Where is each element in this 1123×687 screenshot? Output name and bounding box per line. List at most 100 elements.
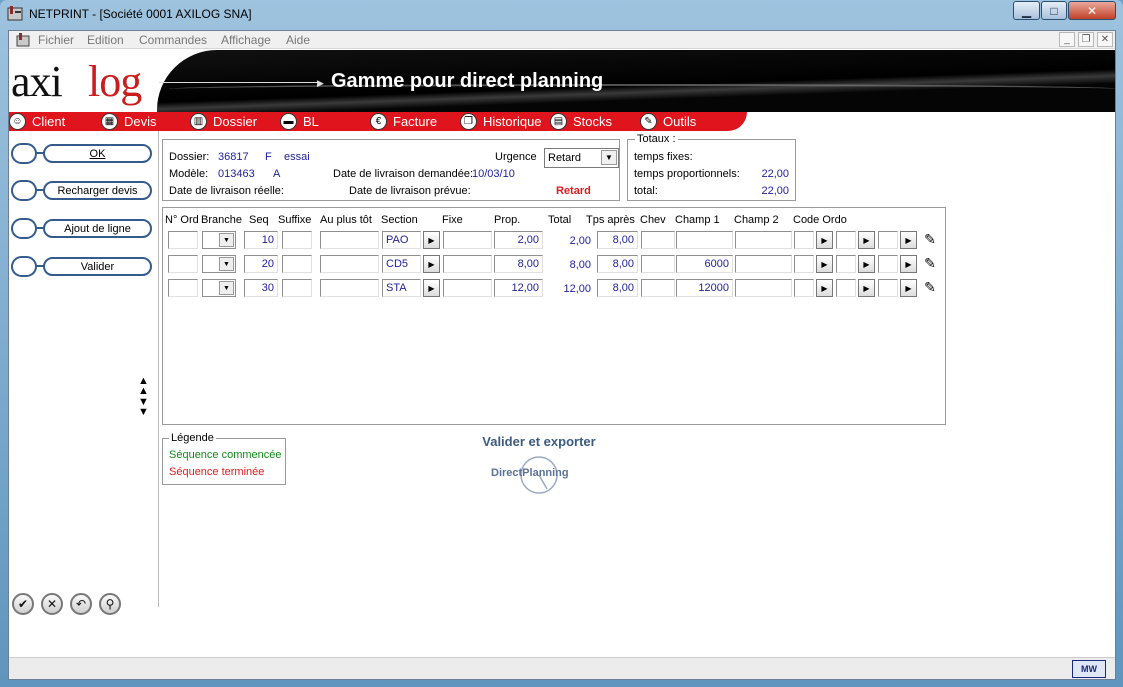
chevron-down-icon: ▼ xyxy=(219,281,234,295)
seq-input[interactable]: 30 xyxy=(244,279,278,297)
suffixe-input[interactable] xyxy=(282,279,312,297)
branche-select[interactable]: ▼ xyxy=(202,231,236,249)
n-ord-input[interactable] xyxy=(168,255,198,273)
search-button[interactable]: ⚲ xyxy=(99,593,121,615)
prop-input[interactable]: 8,00 xyxy=(494,255,543,273)
champ2-input[interactable] xyxy=(735,255,792,273)
tps-apres-input[interactable]: 8,00 xyxy=(597,255,638,273)
tps-apres-input[interactable]: 8,00 xyxy=(597,279,638,297)
au-plus-tot-input[interactable] xyxy=(320,231,379,249)
copy-icon: ❐ xyxy=(460,113,477,130)
chev-input[interactable] xyxy=(641,279,675,297)
chev-input[interactable] xyxy=(641,231,675,249)
code-ordo-picker-3[interactable]: ▶ xyxy=(900,255,917,273)
nav-facture[interactable]: € Facture xyxy=(370,113,437,130)
code-ordo-picker-1[interactable]: ▶ xyxy=(816,279,833,297)
section-picker-button[interactable]: ▶ xyxy=(423,279,440,297)
menu-aide[interactable]: Aide xyxy=(286,33,310,47)
code-ordo-picker-3[interactable]: ▶ xyxy=(900,231,917,249)
minimize-window-button[interactable]: ▁ xyxy=(1013,1,1040,20)
nav-devis[interactable]: ▦ Devis xyxy=(101,113,157,130)
move-down-icon[interactable]: ▼ ▼ xyxy=(138,397,149,418)
suffixe-input[interactable] xyxy=(282,255,312,273)
code-ordo-picker-1[interactable]: ▶ xyxy=(816,255,833,273)
nav-stocks[interactable]: ▤ Stocks xyxy=(550,113,612,130)
recharger-devis-button[interactable]: Recharger devis xyxy=(11,180,152,201)
valider-exporter-button[interactable]: Valider et exporter DirectPlanning xyxy=(469,429,609,499)
prop-input[interactable]: 2,00 xyxy=(494,231,543,249)
section-input[interactable]: STA xyxy=(382,279,421,297)
edit-row-icon[interactable]: ✎ xyxy=(920,278,940,298)
menu-affichage[interactable]: Affichage xyxy=(221,33,271,47)
champ1-input[interactable]: 12000 xyxy=(676,279,733,297)
close-icon: ✕ xyxy=(1086,3,1098,18)
code-ordo-input-3[interactable] xyxy=(878,231,898,249)
ok-button[interactable]: OK xyxy=(11,143,152,164)
section-picker-button[interactable]: ▶ xyxy=(423,255,440,273)
menu-commandes[interactable]: Commandes xyxy=(139,33,207,47)
valider-button[interactable]: Valider xyxy=(11,256,152,277)
section-input[interactable]: CD5 xyxy=(382,255,421,273)
champ1-input[interactable]: 6000 xyxy=(676,255,733,273)
nav-facture-label: Facture xyxy=(393,114,438,129)
confirm-button[interactable]: ✔ xyxy=(12,593,34,615)
cancel-button[interactable]: ✕ xyxy=(41,593,63,615)
code-ordo-picker-1[interactable]: ▶ xyxy=(816,231,833,249)
undo-button[interactable]: ↶ xyxy=(70,593,92,615)
menu-fichier[interactable]: Fichier xyxy=(38,33,74,47)
nav-historique[interactable]: ❐ Historique xyxy=(460,113,542,130)
suffixe-input[interactable] xyxy=(282,231,312,249)
status-bar: MW xyxy=(9,657,1115,679)
branche-select[interactable]: ▼ xyxy=(202,255,236,273)
nav-outils[interactable]: ✎ Outils xyxy=(640,113,696,130)
menu-edition[interactable]: Edition xyxy=(87,33,124,47)
tps-apres-input[interactable]: 8,00 xyxy=(597,231,638,249)
n-ord-input[interactable] xyxy=(168,279,198,297)
prop-input[interactable]: 12,00 xyxy=(494,279,543,297)
fixe-input[interactable] xyxy=(443,279,492,297)
au-plus-tot-input[interactable] xyxy=(320,255,379,273)
close-window-button[interactable]: ✕ xyxy=(1068,1,1116,20)
code-ordo-input-2[interactable] xyxy=(836,279,856,297)
col-header-total: Total xyxy=(548,214,572,226)
urgence-label: Urgence xyxy=(495,151,537,163)
chevron-down-icon: ▼ xyxy=(219,233,234,247)
nav-dossier[interactable]: ▥ Dossier xyxy=(190,113,257,130)
nav-bl[interactable]: ▬ BL xyxy=(280,113,319,130)
code-ordo-picker-2[interactable]: ▶ xyxy=(858,255,875,273)
seq-input[interactable]: 20 xyxy=(244,255,278,273)
ajout-de-ligne-button[interactable]: Ajout de ligne xyxy=(11,218,152,239)
code-ordo-input-1[interactable] xyxy=(794,255,814,273)
champ2-input[interactable] xyxy=(735,231,792,249)
total-cell: 8,00 xyxy=(569,259,591,271)
branche-select[interactable]: ▼ xyxy=(202,279,236,297)
champ1-input[interactable] xyxy=(676,231,733,249)
fixe-input[interactable] xyxy=(443,231,492,249)
code-ordo-input-3[interactable] xyxy=(878,255,898,273)
code-ordo-input-3[interactable] xyxy=(878,279,898,297)
code-ordo-input-2[interactable] xyxy=(836,231,856,249)
code-ordo-input-1[interactable] xyxy=(794,279,814,297)
move-up-icon[interactable]: ▲ ▲ xyxy=(138,376,149,397)
edit-row-icon[interactable]: ✎ xyxy=(920,230,940,250)
code-ordo-picker-2[interactable]: ▶ xyxy=(858,279,875,297)
champ2-input[interactable] xyxy=(735,279,792,297)
nav-client[interactable]: ☺ Client xyxy=(9,113,65,130)
section-picker-button[interactable]: ▶ xyxy=(423,231,440,249)
chev-input[interactable] xyxy=(641,255,675,273)
maximize-window-button[interactable]: □ xyxy=(1041,1,1067,20)
au-plus-tot-input[interactable] xyxy=(320,279,379,297)
code-ordo-picker-2[interactable]: ▶ xyxy=(858,231,875,249)
seq-input[interactable]: 10 xyxy=(244,231,278,249)
mdi-minimize-button[interactable]: _ xyxy=(1059,32,1075,47)
section-input[interactable]: PAO xyxy=(382,231,421,249)
urgence-select[interactable]: Retard ▼ xyxy=(544,148,619,168)
mdi-restore-button[interactable]: ❐ xyxy=(1078,32,1094,47)
code-ordo-input-2[interactable] xyxy=(836,255,856,273)
code-ordo-picker-3[interactable]: ▶ xyxy=(900,279,917,297)
n-ord-input[interactable] xyxy=(168,231,198,249)
mdi-close-button[interactable]: ✕ xyxy=(1097,32,1113,47)
fixe-input[interactable] xyxy=(443,255,492,273)
edit-row-icon[interactable]: ✎ xyxy=(920,254,940,274)
code-ordo-input-1[interactable] xyxy=(794,231,814,249)
